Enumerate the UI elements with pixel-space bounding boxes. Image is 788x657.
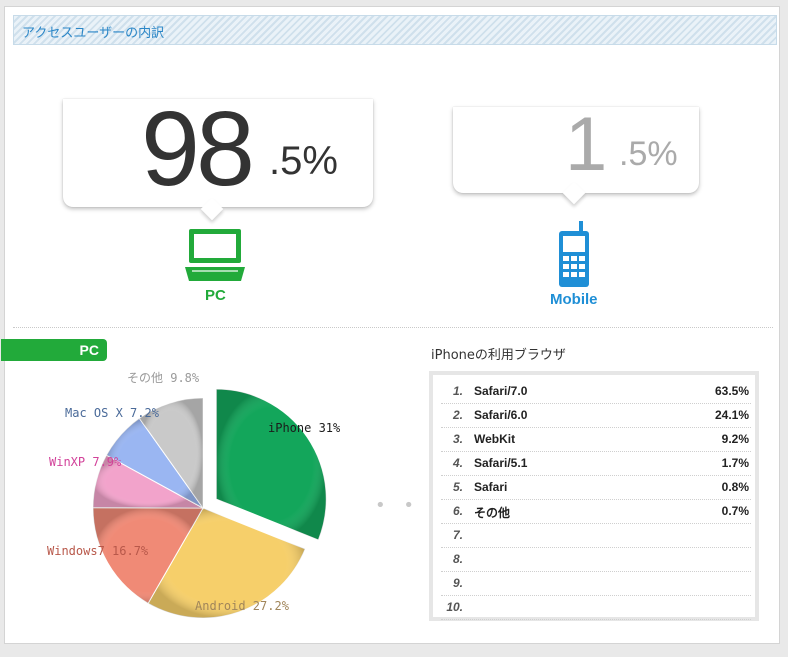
list-item: 2. Safari/6.0 24.1% <box>441 403 751 428</box>
list-item-name: Safari/7.0 <box>474 384 528 398</box>
list-item-name: その他 <box>474 506 511 520</box>
list-item: 9. <box>441 571 751 596</box>
pie-slice-label: WinXP 7.9% <box>49 455 122 469</box>
mobile-share-number: 1 <box>565 102 607 187</box>
list-item-name: Safari/5.1 <box>474 456 528 470</box>
pc-share-number: 98 <box>141 90 255 208</box>
list-item-rank: 8. <box>452 552 463 566</box>
pie-slice-label: Windows7 16.7% <box>47 544 149 558</box>
list-item: 3. WebKit 9.2% <box>441 427 751 452</box>
page-title: アクセスユーザーの内訳 <box>22 26 165 41</box>
list-item: 7. <box>441 523 751 548</box>
pc-share-decimal: .5% <box>269 139 338 183</box>
laptop-icon <box>185 229 245 281</box>
pie-slice-label: Android 27.2% <box>195 599 289 613</box>
header-bar: アクセスユーザーの内訳 <box>13 15 777 45</box>
pc-caption: PC <box>205 287 226 304</box>
list-item: 6. その他 0.7% <box>441 499 751 524</box>
pc-section-tab-label: PC <box>79 342 99 358</box>
list-item: 1. Safari/7.0 63.5% <box>441 379 751 404</box>
list-item-value: 63.5% <box>714 384 749 398</box>
list-item: 5. Safari 0.8% <box>441 475 751 500</box>
pie-slice-label: iPhone 31% <box>268 421 341 435</box>
list-item-rank: 1. <box>452 384 463 398</box>
list-item-rank: 5. <box>452 480 463 494</box>
list-item: 10. <box>441 595 751 620</box>
list-item-rank: 4. <box>452 456 463 470</box>
browser-list-title: iPhoneの利用ブラウザ <box>431 348 566 363</box>
mobile-share-bubble: 1 .5% <box>453 102 699 193</box>
list-item-rank: 6. <box>452 504 463 518</box>
pie-slice-shade <box>216 389 327 540</box>
list-item-rank: 10. <box>446 600 463 614</box>
section-divider <box>13 327 773 328</box>
list-item-rank: 3. <box>452 432 463 446</box>
list-item: 8. <box>441 547 751 572</box>
list-item-name: Safari/6.0 <box>474 408 528 422</box>
list-item-value: 1.7% <box>721 456 749 470</box>
list-item-name: WebKit <box>474 432 516 446</box>
mobile-phone-icon <box>559 221 589 287</box>
browser-list: 1. Safari/7.0 63.5% 2. Safari/6.0 24.1% 3. WebK… <box>429 371 759 621</box>
list-item-value: 24.1% <box>714 408 749 422</box>
pie-slice-label: その他 9.8% <box>127 371 200 385</box>
mobile-caption: Mobile <box>550 291 598 308</box>
list-item-value: 9.2% <box>721 432 749 446</box>
list-item-name: Safari <box>474 480 508 494</box>
list-item-rank: 2. <box>452 408 463 422</box>
list-item-value: 0.7% <box>721 504 749 518</box>
list-item-value: 0.8% <box>721 480 749 494</box>
pie-slice-label: Mac OS X 7.2% <box>65 406 159 420</box>
os-pie-chart <box>92 388 327 619</box>
list-item: 4. Safari/5.1 1.7% <box>441 451 751 476</box>
access-breakdown-panel: アクセスユーザーの内訳 98 .5% PC 1 .5% Mobile PC iP… <box>1 6 780 644</box>
list-item-rank: 9. <box>452 576 463 590</box>
pc-share-bubble: 98 .5% <box>63 90 373 208</box>
list-item-rank: 7. <box>452 528 463 542</box>
mobile-share-decimal: .5% <box>619 135 678 173</box>
